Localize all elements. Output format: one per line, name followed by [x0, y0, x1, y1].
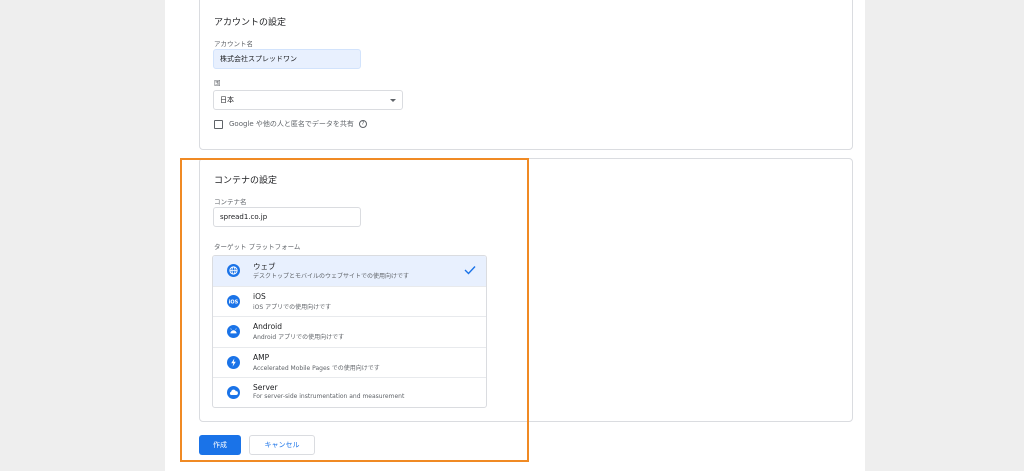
android-icon	[227, 325, 240, 339]
platform-desc: Android アプリでの使用向けです	[253, 334, 345, 342]
cloud-icon	[227, 386, 240, 400]
share-data-label: Google や他の人と匿名でデータを共有	[229, 120, 354, 128]
platform-name: Android	[253, 322, 282, 332]
globe-icon	[227, 264, 240, 277]
platform-option-server[interactable]: Server For server-side instrumentation a…	[213, 378, 486, 407]
platform-name: AMP	[253, 352, 270, 362]
country-select-value: 日本	[220, 96, 234, 104]
caret-down-icon	[390, 99, 396, 102]
container-name-label: コンテナ名	[214, 198, 247, 206]
share-data-checkbox[interactable]	[214, 119, 223, 129]
platform-desc: iOS アプリでの使用向けです	[253, 303, 332, 311]
platform-name: Server	[253, 383, 278, 393]
share-data-row: Google や他の人と匿名でデータを共有 ?	[214, 118, 367, 130]
platform-desc: For server-side instrumentation and meas…	[253, 393, 405, 401]
help-icon[interactable]: ?	[358, 120, 367, 128]
cancel-button[interactable]: キャンセル	[249, 435, 315, 455]
country-label: 国	[214, 79, 221, 87]
platform-option-web[interactable]: ウェブ デスクトップとモバイルのウェブサイトでの使用向けです	[213, 256, 486, 287]
container-name-input[interactable]: spread1.co.jp	[213, 207, 361, 227]
container-section-title: コンテナの設定	[214, 176, 278, 186]
container-settings-card: コンテナの設定 コンテナ名 spread1.co.jp ターゲット プラットフォ…	[199, 158, 853, 422]
svg-text:iOS: iOS	[229, 299, 239, 305]
account-name-input[interactable]: 株式会社スプレッドワン	[213, 49, 361, 69]
platform-option-android[interactable]: Android Android アプリでの使用向けです	[213, 317, 486, 348]
platform-option-amp[interactable]: AMP Accelerated Mobile Pages での使用向けです	[213, 348, 486, 379]
ios-icon: iOS	[227, 294, 240, 308]
target-platform-label: ターゲット プラットフォーム	[214, 243, 301, 251]
platform-list: ウェブ デスクトップとモバイルのウェブサイトでの使用向けです iOS iOS i…	[212, 255, 487, 408]
country-select[interactable]: 日本	[213, 90, 403, 110]
platform-desc: Accelerated Mobile Pages での使用向けです	[253, 364, 380, 372]
check-icon	[464, 266, 476, 275]
create-button[interactable]: 作成	[199, 435, 241, 455]
platform-option-ios[interactable]: iOS iOS iOS アプリでの使用向けです	[213, 287, 486, 318]
account-settings-card: アカウントの設定 アカウント名 株式会社スプレッドワン 国 日本 Google …	[199, 0, 853, 150]
platform-name: iOS	[253, 291, 266, 301]
amp-icon	[227, 355, 240, 369]
platform-desc: デスクトップとモバイルのウェブサイトでの使用向けです	[253, 273, 410, 280]
account-name-label: アカウント名	[214, 40, 253, 48]
account-section-title: アカウントの設定	[214, 18, 287, 28]
